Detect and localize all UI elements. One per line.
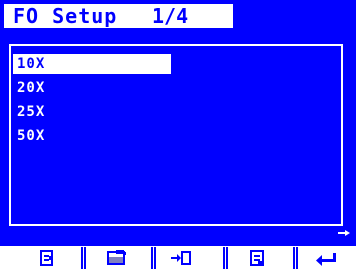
softkey-bar	[0, 246, 356, 270]
page-indicator: 1/4	[152, 4, 189, 28]
softkey-divider	[223, 247, 228, 269]
list-item-25x[interactable]: 25X	[13, 102, 171, 122]
list-item-label: 20X	[17, 80, 46, 96]
softkey-1[interactable]	[22, 246, 72, 270]
list-item-label: 25X	[17, 104, 46, 120]
softkey-4[interactable]	[232, 246, 282, 270]
list-item-10x[interactable]: 10X	[13, 54, 171, 74]
import-icon	[171, 251, 191, 265]
page-title: FO Setup	[13, 4, 118, 28]
document-icon	[40, 250, 53, 266]
title-bar: FO Setup 1/4	[4, 4, 233, 28]
softkey-2[interactable]	[92, 246, 142, 270]
folder-icon	[107, 250, 126, 265]
list-item-label: 50X	[17, 128, 46, 144]
arrow-right-icon	[338, 230, 350, 236]
enter-icon	[316, 253, 336, 266]
softkey-3[interactable]	[156, 246, 206, 270]
instrument-screen: FO Setup 1/4 10X 20X 25X 50X	[0, 0, 356, 270]
softkey-divider	[293, 247, 298, 269]
softkey-divider	[81, 247, 86, 269]
page-icon	[250, 250, 264, 266]
softkey-5[interactable]	[301, 246, 351, 270]
list-item-20x[interactable]: 20X	[13, 78, 171, 98]
list-item-label: 10X	[17, 56, 46, 72]
list-item-50x[interactable]: 50X	[13, 126, 171, 146]
